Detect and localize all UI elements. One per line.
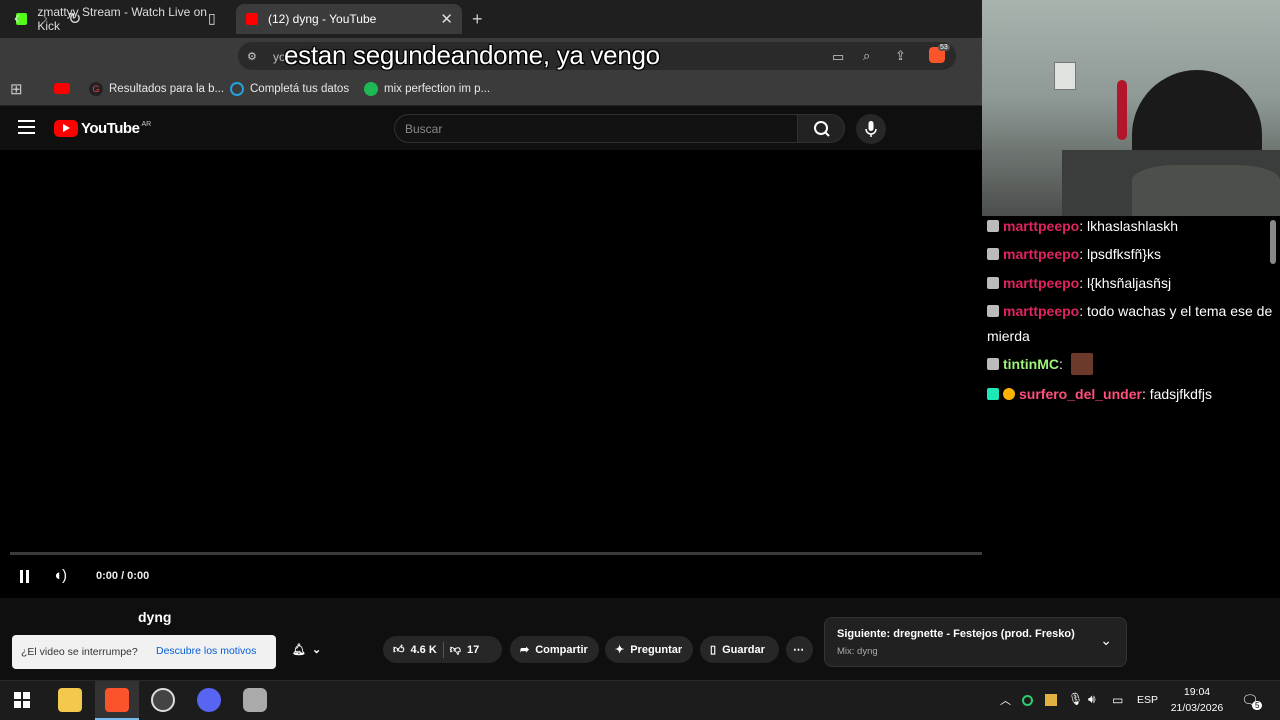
chat-badge-icon [1003, 388, 1015, 400]
network-icon[interactable]: ▭ [1112, 693, 1123, 707]
chat-badge-icon [987, 388, 999, 400]
zoom-icon[interactable]: ⌕ [863, 48, 870, 64]
ask-button[interactable]: ✦ Preguntar [605, 636, 693, 663]
search-button[interactable] [797, 114, 845, 143]
share-button[interactable]: ➦ Compartir [510, 636, 599, 663]
share-icon[interactable]: ⇪ [895, 48, 906, 64]
chat-badge-icon [987, 277, 999, 289]
microphone-icon [865, 121, 877, 137]
chat-message: marttpeepo: lpsdfksfñ}ks [987, 242, 1277, 267]
interrupt-notice: ¿El video se interrumpe? Descubre los mo… [12, 635, 276, 669]
brave-badge: 53 [938, 44, 950, 51]
spotify-icon [364, 82, 378, 96]
forward-icon[interactable]: › [42, 8, 48, 29]
pause-icon[interactable] [18, 570, 32, 583]
more-icon: ⋯ [793, 644, 804, 656]
youtube-play-icon [54, 120, 78, 137]
save-bookmark-icon: ▯ [710, 644, 717, 656]
site-info-icon[interactable]: ⚙ [247, 50, 257, 63]
obs-icon[interactable] [151, 688, 175, 712]
chat-message: marttpeepo: todo wachas y el tema ese de… [987, 303, 1273, 344]
stream-overlay-caption: estan segundeandome, ya vengo [284, 40, 660, 70]
bookmark-icon[interactable]: ▯ [208, 10, 216, 27]
search-input[interactable]: Buscar [394, 114, 798, 143]
divider [442, 641, 444, 658]
chat-badge-icon [987, 358, 999, 370]
apps-grid-icon[interactable]: ⊞ [10, 80, 23, 98]
bookmark-item[interactable]: G Resultados para la b... [89, 82, 224, 96]
like-count[interactable]: 4.6 K [411, 644, 437, 656]
like-icon[interactable]: 👍︎ [393, 643, 405, 656]
chat-badge-icon [987, 248, 999, 260]
tray-app-icon[interactable] [1045, 694, 1057, 706]
tab-kick-stream[interactable]: zmattyy Stream - Watch Live on Kick [6, 4, 232, 34]
brave-browser-icon[interactable] [105, 688, 129, 712]
next-video-card[interactable]: Siguiente: dregnette - Festejos (prod. F… [824, 617, 1127, 667]
back-icon[interactable]: ‹ [14, 8, 20, 29]
app-icon[interactable] [243, 688, 267, 712]
youtube-logo[interactable]: YouTube AR [54, 120, 151, 137]
webcam-feed [982, 0, 1280, 216]
circle-icon [230, 82, 244, 96]
notifications-button[interactable]: 🔔︎ ⌄ [282, 636, 332, 663]
emote-image [1070, 353, 1093, 375]
bookmark-item[interactable]: mix perfection im p... [364, 82, 490, 96]
chevron-down-icon: ⌄ [311, 644, 322, 656]
tab-label: (12) dyng - YouTube [268, 12, 377, 26]
like-dislike-group: 👍︎ 4.6 K 👎︎ 17 [383, 636, 502, 663]
system-clock[interactable]: 19:04 21/03/2026 [1168, 684, 1226, 716]
chevron-down-icon[interactable]: ⌄ [1100, 632, 1112, 649]
time-display: 0:00 / 0:00 [96, 570, 150, 582]
dislike-icon[interactable]: 👎︎ [450, 643, 461, 656]
tab-youtube[interactable]: (12) dyng - YouTube ✕ [236, 4, 462, 34]
dislike-count[interactable]: 17 [467, 644, 479, 656]
reload-icon[interactable]: ↻ [68, 9, 81, 29]
bookmark-item[interactable]: Completá tus datos [230, 82, 349, 96]
chat-badge-icon [987, 220, 999, 232]
new-tab-icon[interactable]: + [472, 9, 483, 30]
youtube-icon [246, 13, 258, 25]
chat-message: tintinMC: [987, 352, 1277, 377]
youtube-bookmark-icon[interactable] [54, 83, 70, 94]
more-actions-button[interactable]: ⋯ [786, 636, 813, 663]
cast-icon[interactable]: ▭ [832, 49, 844, 65]
voice-search-button[interactable] [856, 114, 886, 144]
interrupt-link[interactable]: Descubre los motivos [156, 645, 256, 657]
share-arrow-icon: ➦ [520, 644, 530, 656]
volume-tray-icon[interactable]: 🔊︎ [1088, 692, 1096, 707]
headset [1117, 80, 1127, 140]
video-title: dyng [138, 609, 172, 625]
sparkle-icon: ✦ [615, 644, 625, 656]
volume-icon[interactable]: ◖) [53, 567, 67, 584]
google-icon: G [89, 82, 103, 96]
menu-icon[interactable] [18, 120, 35, 138]
file-explorer-icon[interactable] [58, 688, 82, 712]
tray-status-icon[interactable] [1022, 695, 1033, 706]
close-tab-icon[interactable]: ✕ [440, 10, 453, 28]
bell-icon: 🔔︎ [292, 644, 306, 656]
discord-icon[interactable] [197, 688, 221, 712]
tray-mic-icon[interactable]: 🎙︎ [1068, 692, 1083, 706]
tab-label: zmattyy Stream - Watch Live on Kick [37, 5, 207, 33]
save-button[interactable]: ▯ Guardar [700, 636, 779, 663]
chat-message: surfero_del_under: fadsjfkdfjs [987, 382, 1277, 407]
chat-badge-icon [987, 305, 999, 317]
wall-poster [1054, 62, 1076, 90]
windows-start-icon[interactable] [14, 692, 30, 708]
person-shoulders [1132, 165, 1280, 216]
video-player[interactable] [0, 150, 982, 600]
tray-expand-icon[interactable]: ︿ [1000, 692, 1011, 708]
language-indicator[interactable]: ESP [1137, 694, 1158, 706]
chat-message: marttpeepo: l{khsñaljasñsj [987, 271, 1277, 296]
chat-message: marttpeepo: lkhaslashlaskh [987, 214, 1277, 239]
search-icon [814, 121, 830, 137]
